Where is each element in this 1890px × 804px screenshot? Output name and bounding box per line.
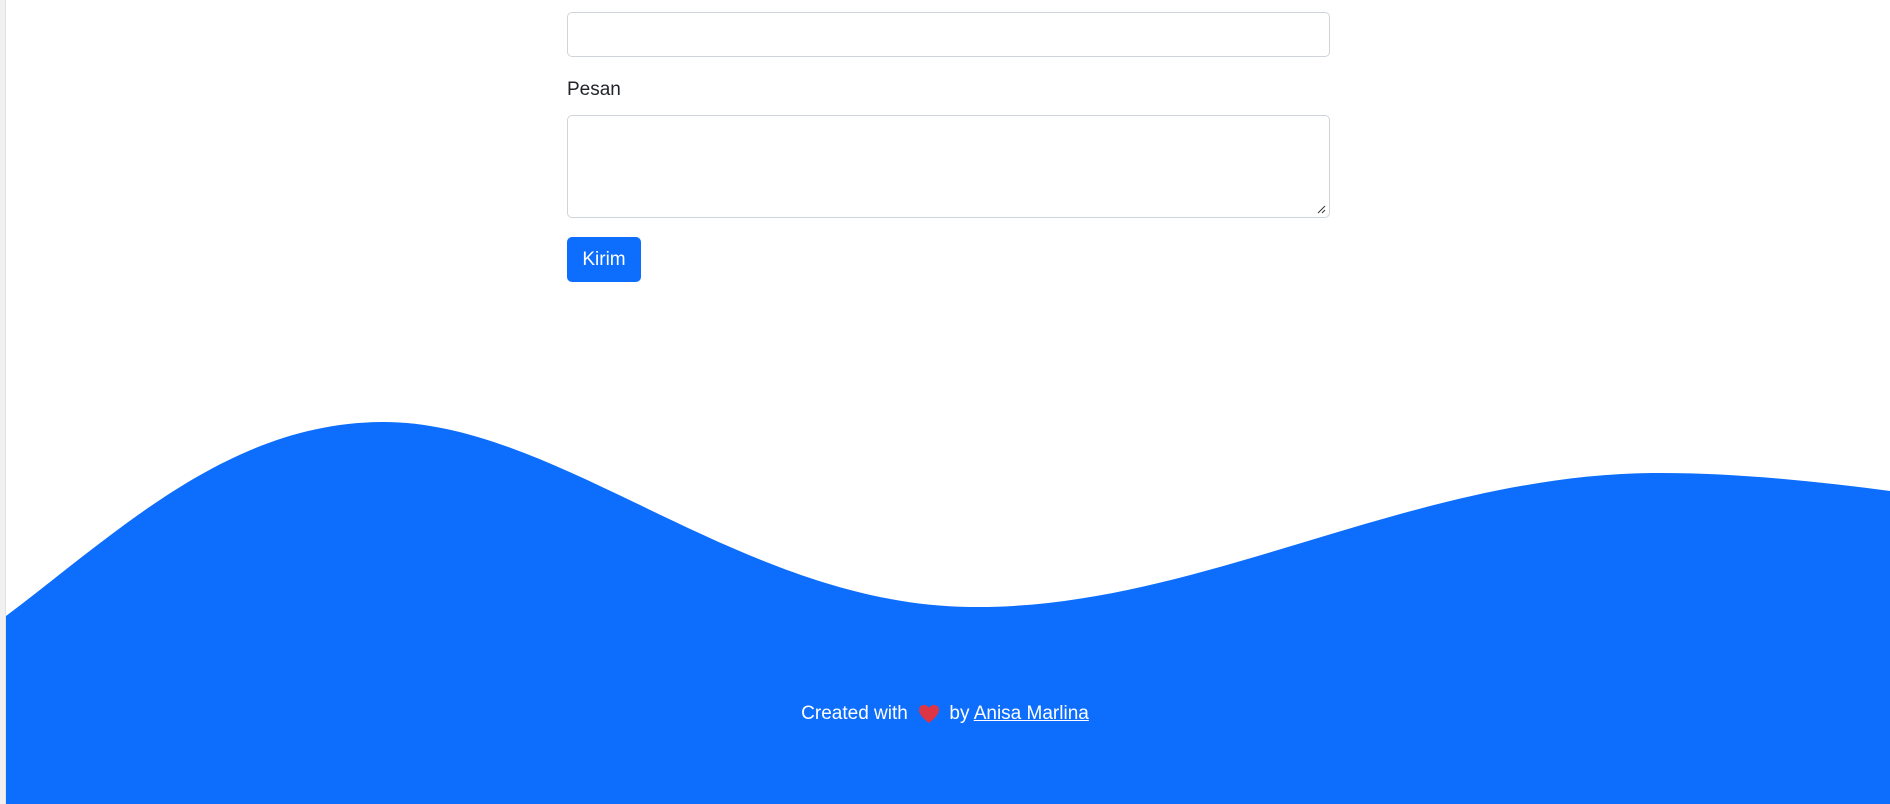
author-link[interactable]: Anisa Marlina (974, 703, 1089, 724)
page: Pesan Kirim Created with by Anisa Marlin… (0, 0, 1890, 804)
footer-created-with: Created with (801, 703, 908, 724)
footer-by: by (949, 703, 970, 724)
footer-credit: Created with by Anisa Marlina (0, 703, 1890, 725)
heart-icon (919, 704, 940, 724)
footer-wave (6, 421, 1890, 804)
